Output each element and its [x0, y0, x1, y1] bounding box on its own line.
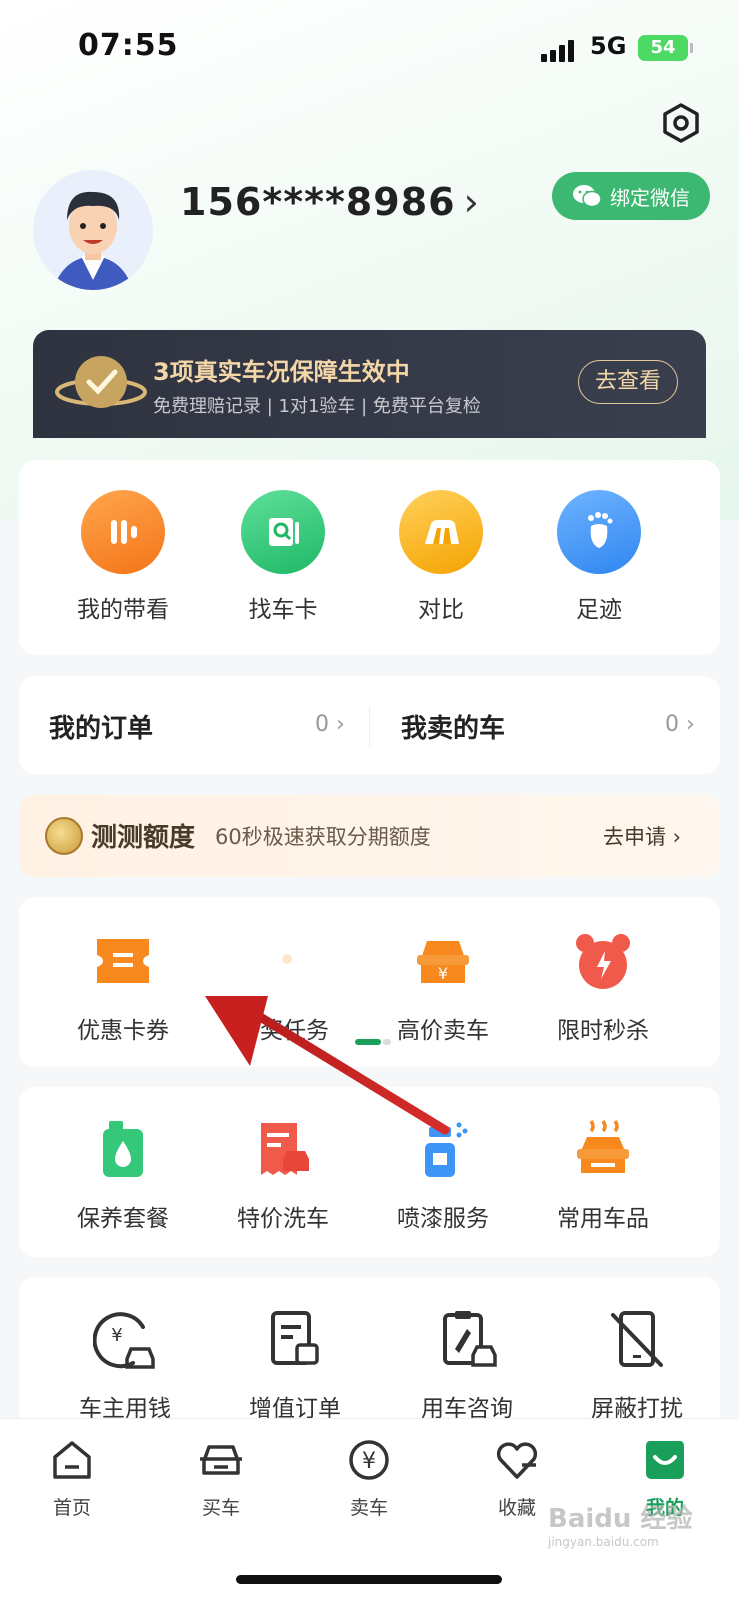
orders-card: 我的订单 0 › 我卖的车 0 ›: [19, 676, 720, 774]
benefit-label: 有奖任务: [237, 1018, 329, 1044]
chevron-right-icon: ›: [463, 180, 479, 224]
home-indicator[interactable]: [236, 1575, 502, 1584]
consult-icon: [443, 1311, 497, 1367]
quick-label: 对比: [418, 597, 464, 623]
tool-car-consult[interactable]: 用车咨询: [397, 1307, 537, 1423]
divider: [369, 706, 370, 746]
block-disturb-icon: [611, 1311, 663, 1367]
coupon-icon: [97, 939, 149, 983]
network-label: 5G: [590, 32, 627, 60]
cars-sold-count: 0 ›: [665, 712, 695, 737]
quick-compare[interactable]: 对比: [381, 490, 501, 624]
tool-car-loan[interactable]: ¥ 车主用钱: [55, 1307, 195, 1423]
quick-label: 我的带看: [77, 597, 169, 623]
wechat-icon: [573, 185, 602, 208]
service-label: 喷漆服务: [397, 1206, 489, 1232]
tab-sell-car[interactable]: ¥ 卖车: [314, 1435, 424, 1520]
svg-text:¥: ¥: [438, 964, 448, 983]
yuan-icon: ¥: [349, 1440, 389, 1480]
heart-icon: [496, 1442, 538, 1479]
spray-paint-icon: [425, 1122, 468, 1177]
my-orders-count: 0 ›: [315, 712, 345, 737]
benefit-label: 优惠卡券: [77, 1018, 169, 1044]
compare-icon: [399, 490, 483, 574]
battery-icon: 54: [638, 35, 693, 61]
view-guarantee-button[interactable]: 去查看: [578, 360, 678, 404]
bind-wechat-button[interactable]: 绑定微信: [552, 172, 710, 220]
benefit-sell-car[interactable]: ¥ 高价卖车: [373, 929, 513, 1045]
benefit-label: 限时秒杀: [557, 1018, 649, 1044]
task-icon: [282, 954, 292, 964]
quick-label: 足迹: [576, 597, 622, 623]
quick-find-car-card[interactable]: 找车卡: [223, 490, 343, 624]
tab-label: 卖车: [349, 1497, 388, 1519]
cars-sold-label: 我卖的车: [401, 714, 506, 744]
phone-number-link[interactable]: 156****8986 ›: [180, 180, 479, 224]
coin-icon: [45, 817, 83, 855]
credit-title: 测测额度: [91, 823, 196, 853]
service-spray-paint[interactable]: 喷漆服务: [373, 1117, 513, 1233]
service-label: 常用车品: [557, 1206, 649, 1232]
tab-buy-car[interactable]: 买车: [166, 1435, 276, 1520]
planet-badge-icon: [55, 356, 147, 408]
tab-home[interactable]: 首页: [17, 1435, 127, 1520]
benefit-label: 高价卖车: [397, 1018, 489, 1044]
footprint-icon: [557, 490, 641, 574]
car-icon: [200, 1445, 242, 1475]
quick-label: 找车卡: [248, 597, 318, 623]
flash-sale-icon: [576, 934, 630, 989]
svg-text:¥: ¥: [111, 1325, 122, 1346]
quick-my-viewings[interactable]: 我的带看: [63, 490, 183, 624]
credit-subtitle: 60秒极速获取分期额度: [215, 825, 431, 849]
tab-label: 首页: [52, 1497, 91, 1519]
tool-block-disturb[interactable]: 屏蔽打扰: [567, 1307, 707, 1423]
maintenance-icon: [103, 1121, 143, 1177]
benefits-card: 优惠卡券 有奖任务 ¥ 高价卖车 限时秒杀: [19, 897, 720, 1067]
benefit-flash-sale[interactable]: 限时秒杀: [533, 929, 673, 1045]
value-added-order-icon: [271, 1311, 319, 1365]
svg-text:¥: ¥: [362, 1449, 376, 1474]
services-card: 保养套餐 特价洗车 喷漆服务 常用车品: [19, 1087, 720, 1257]
home-icon: [53, 1441, 91, 1479]
service-car-products[interactable]: 常用车品: [533, 1117, 673, 1233]
service-label: 特价洗车: [237, 1206, 329, 1232]
benefit-coupons[interactable]: 优惠卡券: [53, 929, 193, 1045]
status-time: 07:55: [78, 28, 179, 63]
service-label: 保养套餐: [77, 1206, 169, 1232]
car-products-icon: [577, 1120, 629, 1173]
avatar[interactable]: [33, 170, 153, 290]
tab-label: 买车: [201, 1497, 240, 1519]
credit-banner[interactable]: 测测额度 60秒极速获取分期额度 去申请 ›: [19, 795, 720, 877]
guarantee-subtitle: 免费理赔记录 | 1对1验车 | 免费平台复检: [153, 396, 481, 417]
mine-face-icon: [646, 1441, 684, 1479]
service-car-wash[interactable]: 特价洗车: [213, 1117, 353, 1233]
viewing-icon: [81, 490, 165, 574]
bind-wechat-label: 绑定微信: [610, 185, 690, 210]
quick-footprint[interactable]: 足迹: [539, 490, 659, 624]
service-maintenance[interactable]: 保养套餐: [53, 1117, 193, 1233]
my-orders-label: 我的订单: [49, 714, 154, 744]
car-wash-icon: [261, 1123, 309, 1175]
signal-icon: [541, 40, 575, 62]
sell-car-icon: ¥: [417, 941, 469, 983]
settings-icon[interactable]: [660, 102, 702, 144]
find-car-card-icon: [241, 490, 325, 574]
tool-value-added-orders[interactable]: 增值订单: [225, 1307, 365, 1423]
quick-actions-card: 我的带看 找车卡 对比 足迹: [19, 460, 720, 655]
car-loan-icon: ¥: [92, 1312, 155, 1369]
phone-number: 156****8986: [180, 180, 456, 224]
status-bar: 07:55 5G 54: [0, 0, 739, 100]
guarantee-title: 3项真实车况保障生效中: [153, 358, 410, 386]
guarantee-banner[interactable]: 3项真实车况保障生效中 免费理赔记录 | 1对1验车 | 免费平台复检 去查看: [33, 330, 706, 438]
apply-link[interactable]: 去申请 ›: [603, 821, 681, 851]
benefit-tasks[interactable]: 有奖任务: [213, 929, 353, 1045]
watermark: Baidu 经验 jingyan.baidu.com: [548, 1504, 693, 1549]
page-indicator: [355, 1039, 391, 1045]
